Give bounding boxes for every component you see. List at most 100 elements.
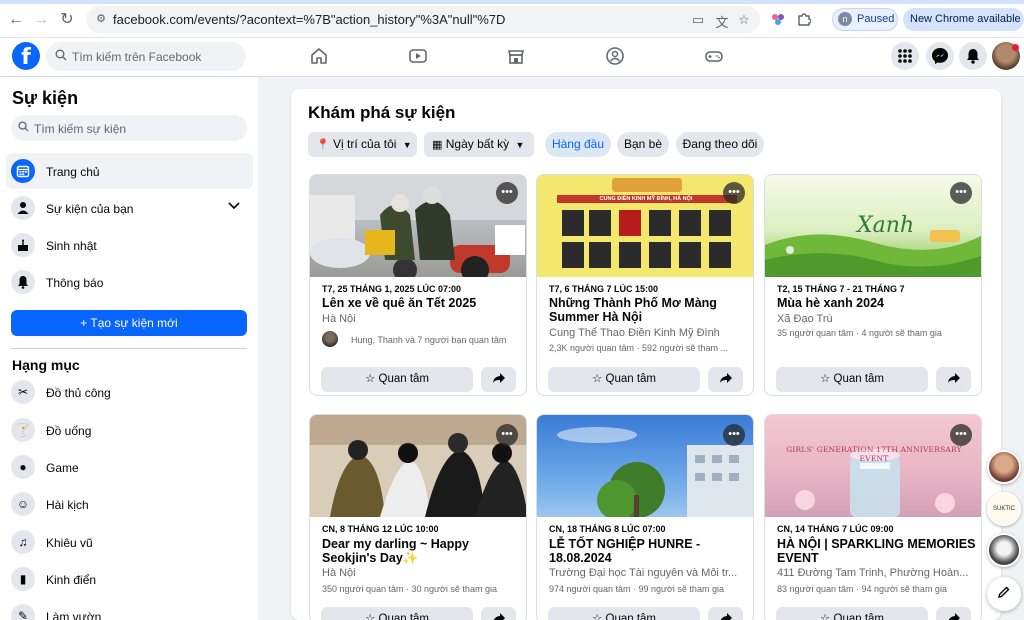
back-icon[interactable]: ← [6, 10, 26, 30]
more-options-icon[interactable]: ••• [950, 182, 972, 204]
event-title[interactable]: LỄ TỐT NGHIỆP HUNRE - 18.08.2024 [549, 537, 719, 565]
category-label[interactable]: Đồ thủ công [46, 386, 111, 400]
chat-head-avatar[interactable] [987, 533, 1021, 567]
bell-icon [11, 270, 35, 294]
category-label[interactable]: Khiêu vũ [46, 536, 93, 550]
share-button[interactable] [481, 367, 516, 392]
category-label[interactable]: Hài kịch [46, 498, 89, 512]
groups-icon[interactable] [605, 46, 625, 66]
chevron-down-icon[interactable] [228, 202, 240, 213]
share-button[interactable] [936, 607, 971, 620]
tab-top[interactable]: Hàng đầu [545, 132, 611, 157]
more-options-icon[interactable]: ••• [723, 424, 745, 446]
marketplace-icon[interactable] [506, 46, 526, 66]
profile-status-label: Paused [857, 13, 895, 25]
forward-icon[interactable]: → [31, 10, 51, 30]
url-text[interactable]: facebook.com/events/?acontext=%7B"action… [113, 12, 505, 27]
sidebar-item-label[interactable]: Sự kiện của bạn [46, 202, 133, 216]
chevron-down-icon: ▼ [402, 140, 412, 150]
menu-grid-button[interactable] [891, 42, 919, 70]
interested-button[interactable]: ☆ Quan tâm [321, 367, 473, 392]
messenger-button[interactable] [926, 42, 954, 70]
browser-tab-strip [0, 0, 1024, 4]
search-icon [55, 49, 67, 64]
chat-head-avatar[interactable] [987, 450, 1021, 484]
event-cover-image[interactable]: CUNG ĐIỀN KINH MỸ ĐÌNH, HÀ NỘI [537, 175, 753, 277]
event-title[interactable]: Những Thành Phố Mơ Màng Summer Hà Nội [549, 296, 739, 324]
share-button[interactable] [936, 367, 971, 392]
location-filter-button[interactable]: 📍 Vị trí của tôi ▼ [308, 132, 417, 157]
event-search-placeholder: Tìm kiếm sự kiện [34, 122, 127, 136]
interested-button[interactable]: ☆ Quan tâm [776, 607, 928, 620]
facebook-logo[interactable]: f [12, 42, 40, 70]
sidebar-item-label[interactable]: Sinh nhật [46, 239, 97, 253]
interested-button[interactable]: ☆ Quan tâm [321, 607, 473, 620]
share-button[interactable] [481, 607, 516, 620]
create-event-button[interactable]: + Tạo sự kiện mới [11, 310, 247, 336]
extensions-puzzle-icon[interactable] [797, 12, 812, 26]
home-icon[interactable] [309, 46, 329, 66]
video-icon[interactable] [408, 46, 428, 66]
site-info-icon[interactable]: ⚙ [94, 12, 108, 26]
share-button[interactable] [708, 607, 743, 620]
interested-label: Quan tâm [605, 613, 657, 620]
event-location: Xã Đạo Trù [777, 313, 833, 325]
person-icon [11, 196, 35, 220]
event-location: 411 Đường Tam Trinh, Phường Hoàn... [777, 567, 969, 579]
sidebar-item-home[interactable] [6, 153, 253, 189]
gaming-icon[interactable] [704, 46, 724, 66]
more-options-icon[interactable]: ••• [496, 424, 518, 446]
tab-following[interactable]: Đang theo dõi [676, 132, 764, 157]
sidebar-scrollbar[interactable] [258, 77, 268, 620]
event-stats: 35 người quan tâm · 4 người sẽ tham gia [777, 328, 942, 338]
event-title[interactable]: Dear my darling ~ Happy Seokjin's Day✨ [322, 537, 482, 565]
star-icon: ☆ [591, 613, 603, 620]
share-icon [720, 613, 732, 620]
interested-button[interactable]: ☆ Quan tâm [548, 607, 700, 620]
category-label[interactable]: Làm vườn [46, 610, 101, 620]
notification-dot [1012, 44, 1019, 51]
categories-heading: Hạng mục [12, 357, 80, 373]
category-label[interactable]: Đồ uống [46, 424, 91, 438]
sidebar-item-label: Trang chủ [46, 165, 100, 179]
event-location: Hà Nội [322, 313, 356, 325]
date-filter-button[interactable]: ▦ Ngày bất kỳ ▼ [424, 132, 534, 157]
event-title[interactable]: Lên xe về quê ăn Tết 2025 [322, 296, 522, 310]
chat-head-avatar[interactable]: SUKTIC [987, 492, 1021, 526]
event-cover-image[interactable] [537, 415, 753, 517]
tab-friends[interactable]: Bạn bè [617, 132, 669, 157]
share-button[interactable] [708, 367, 743, 392]
event-cover-image[interactable]: GIRLS' GENERATION 17TH ANNIVERSARY EVENT [765, 415, 981, 517]
interested-label: Quan tâm [378, 613, 430, 620]
reload-icon[interactable]: ↻ [57, 10, 77, 30]
sidebar-item-label[interactable]: Thông báo [46, 276, 103, 290]
event-cover-image[interactable] [310, 415, 526, 517]
event-date: CN, 14 THÁNG 7 LÚC 09:00 [777, 524, 894, 534]
interested-label: Quan tâm [605, 373, 657, 385]
event-date: T7, 25 THÁNG 1, 2025 LÚC 07:00 [322, 284, 462, 294]
category-label[interactable]: Game [46, 461, 79, 475]
event-banner-text: CUNG ĐIỀN KINH MỸ ĐÌNH, HÀ NỘI [599, 196, 693, 202]
more-options-icon[interactable]: ••• [723, 182, 745, 204]
event-date: T7, 6 THÁNG 7 LÚC 15:00 [549, 284, 659, 294]
more-options-icon[interactable]: ••• [496, 182, 518, 204]
event-location: Cung Thể Thao Điền Kinh Mỹ Đình [549, 327, 720, 339]
event-banner-text: Xanh [857, 213, 915, 238]
event-date: CN, 18 THÁNG 8 LÚC 07:00 [549, 524, 666, 534]
category-label[interactable]: Kinh điển [46, 573, 96, 587]
bookmark-star-icon[interactable]: ☆ [736, 12, 752, 28]
event-cover-image[interactable] [310, 175, 526, 277]
event-title[interactable]: Mùa hè xanh 2024 [777, 296, 977, 310]
event-title[interactable]: HÀ NỘI | SPARKLING MEMORIES EVENT [777, 537, 977, 565]
cast-icon[interactable]: ▭ [690, 12, 706, 28]
interested-button[interactable]: ☆ Quan tâm [548, 367, 700, 392]
extension-ai-icon[interactable] [770, 11, 786, 27]
new-message-button[interactable] [987, 577, 1021, 611]
interested-button[interactable]: ☆ Quan tâm [776, 367, 928, 392]
translate-icon[interactable]: 文 [714, 12, 730, 31]
more-options-icon[interactable]: ••• [950, 424, 972, 446]
notifications-button[interactable] [959, 42, 987, 70]
friend-avatar [322, 331, 338, 347]
game-icon: ● [11, 455, 35, 479]
event-stats: 974 người quan tâm · 99 người sẽ tham gi… [549, 584, 724, 594]
